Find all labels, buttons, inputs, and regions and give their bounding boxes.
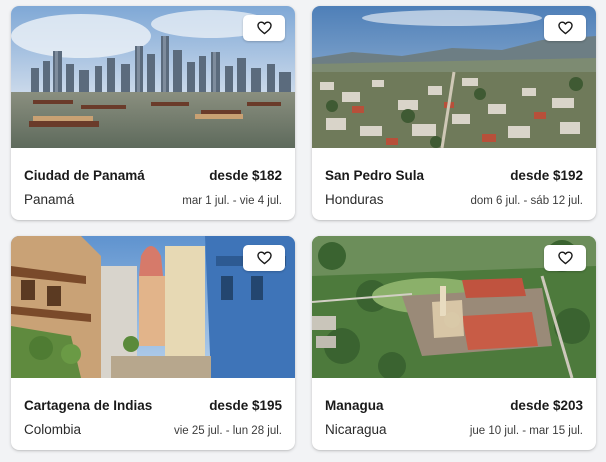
travel-dates: dom 6 jul. - sáb 12 jul. bbox=[470, 195, 583, 207]
card-info: Cartagena de Indias desde $195 Colombia … bbox=[11, 378, 295, 450]
destination-price: desde $203 bbox=[510, 398, 583, 413]
destination-city: Managua bbox=[325, 398, 384, 413]
travel-dates: mar 1 jul. - vie 4 jul. bbox=[182, 195, 282, 207]
travel-dates: jue 10 jul. - mar 15 jul. bbox=[469, 425, 583, 437]
destination-card-panama[interactable]: Ciudad de Panamá desde $182 Panamá mar 1… bbox=[11, 6, 295, 220]
destination-country: Colombia bbox=[24, 422, 82, 437]
favorite-button[interactable] bbox=[544, 15, 586, 41]
heart-icon bbox=[557, 251, 573, 265]
destination-card-san-pedro-sula[interactable]: San Pedro Sula desde $192 Honduras dom 6… bbox=[312, 6, 596, 220]
destination-price: desde $192 bbox=[510, 168, 583, 183]
favorite-button[interactable] bbox=[243, 15, 285, 41]
favorite-button[interactable] bbox=[544, 245, 586, 271]
heart-icon bbox=[256, 251, 272, 265]
favorite-button[interactable] bbox=[243, 245, 285, 271]
destination-card-cartagena[interactable]: Cartagena de Indias desde $195 Colombia … bbox=[11, 236, 295, 450]
heart-icon bbox=[256, 21, 272, 35]
heart-icon bbox=[557, 21, 573, 35]
destination-price: desde $195 bbox=[209, 398, 282, 413]
destination-price: desde $182 bbox=[209, 168, 282, 183]
destination-grid: Ciudad de Panamá desde $182 Panamá mar 1… bbox=[11, 6, 597, 456]
destination-country: Nicaragua bbox=[325, 422, 387, 437]
destination-country: Honduras bbox=[325, 192, 384, 207]
card-info: Ciudad de Panamá desde $182 Panamá mar 1… bbox=[11, 148, 295, 220]
card-info: San Pedro Sula desde $192 Honduras dom 6… bbox=[312, 148, 596, 220]
destination-city: San Pedro Sula bbox=[325, 168, 425, 183]
destination-city: Ciudad de Panamá bbox=[24, 168, 145, 183]
destination-card-managua[interactable]: Managua desde $203 Nicaragua jue 10 jul.… bbox=[312, 236, 596, 450]
destination-city: Cartagena de Indias bbox=[24, 398, 153, 413]
travel-dates: vie 25 jul. - lun 28 jul. bbox=[173, 425, 282, 437]
card-info: Managua desde $203 Nicaragua jue 10 jul.… bbox=[312, 378, 596, 450]
destination-country: Panamá bbox=[24, 192, 75, 207]
